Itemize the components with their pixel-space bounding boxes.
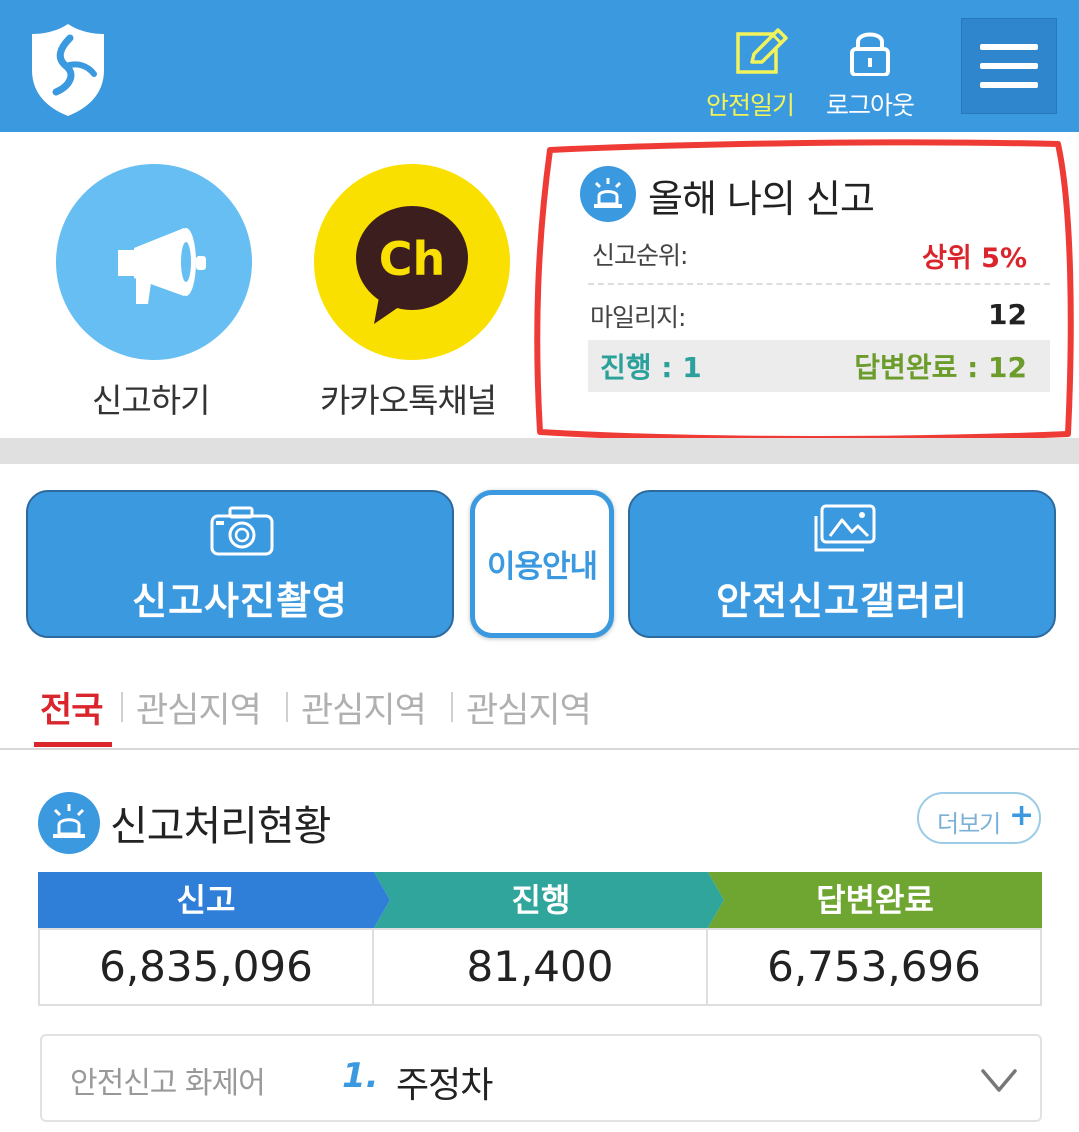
kakao-channel-label[interactable]: 카카오톡채널 xyxy=(320,374,497,422)
processing-status-title: 신고처리현황 xyxy=(110,802,331,850)
usage-guide-label: 이용안내 xyxy=(486,549,598,585)
report-label[interactable]: 신고하기 xyxy=(92,374,210,422)
report-rank-value: 상위 5% xyxy=(922,243,1027,274)
tab-separator xyxy=(451,692,453,722)
divider xyxy=(588,283,1050,285)
status-value-answered: 6,753,696 xyxy=(706,928,1042,1006)
hot-keyword-label: 안전신고 화제어 xyxy=(70,1066,266,1101)
my-in-progress[interactable]: 진행 : 1 xyxy=(600,346,702,386)
megaphone-icon xyxy=(118,228,206,304)
mileage-value: 12 xyxy=(988,298,1027,331)
hamburger-menu-icon[interactable] xyxy=(961,18,1057,114)
chevron-down-icon[interactable] xyxy=(980,1066,1018,1096)
tab-separator xyxy=(121,692,123,722)
camera-icon xyxy=(210,506,274,556)
menu-line xyxy=(980,82,1038,88)
safety-diary-label: 안전일기 xyxy=(705,91,795,120)
logout-label: 로그아웃 xyxy=(825,91,915,120)
kakao-chat-bubble-icon: Ch xyxy=(356,206,468,324)
siren-icon xyxy=(38,792,100,854)
siren-icon xyxy=(580,166,636,222)
section-divider xyxy=(0,438,1079,464)
safety-gallery-button[interactable]: 안전신고갤러리 xyxy=(628,490,1056,638)
tab-separator xyxy=(286,692,288,722)
shield-logo-icon[interactable] xyxy=(26,20,110,118)
more-button[interactable]: 더보기 + xyxy=(917,792,1041,844)
usage-guide-button[interactable]: 이용안내 xyxy=(470,490,614,638)
hot-keyword-rank: 1. xyxy=(342,1056,379,1096)
menu-line xyxy=(980,44,1038,50)
report-circle-button[interactable] xyxy=(56,164,252,360)
status-value-in-progress: 81,400 xyxy=(372,928,708,1006)
edit-icon xyxy=(736,28,788,74)
menu-line xyxy=(980,63,1038,69)
gallery-icon xyxy=(814,504,876,552)
my-answered[interactable]: 답변완료 : 12 xyxy=(854,346,1027,386)
plus-icon: + xyxy=(1009,798,1035,833)
processing-status-table: 신고 진행 답변완료 6,835,096 81,400 6,753,696 xyxy=(38,872,1042,1006)
report-photo-label: 신고사진촬영 xyxy=(132,579,348,623)
status-header-reported: 신고 xyxy=(176,881,236,919)
safety-diary-button[interactable]: 안전일기 xyxy=(700,28,800,122)
report-photo-button[interactable]: 신고사진촬영 xyxy=(26,490,454,638)
hot-keyword-text: 주정차 xyxy=(396,1065,493,1106)
logout-button[interactable]: 로그아웃 xyxy=(822,28,918,122)
lock-icon xyxy=(850,32,890,77)
hot-keyword-dropdown[interactable]: 안전신고 화제어 1. 주정차 xyxy=(40,1034,1042,1122)
my-report-title: 올해 나의 신고 xyxy=(648,177,875,221)
tab-interest-region-1[interactable]: 관심지역 xyxy=(136,682,262,733)
report-rank-label: 신고순위: xyxy=(592,241,688,270)
mileage-label: 마일리지: xyxy=(590,303,686,332)
kakao-logo-text: Ch xyxy=(379,232,446,286)
active-tab-indicator xyxy=(34,742,112,747)
tab-interest-region-2[interactable]: 관심지역 xyxy=(301,682,427,733)
safety-gallery-label: 안전신고갤러리 xyxy=(716,579,968,623)
kakao-channel-button[interactable]: Ch xyxy=(314,164,510,360)
status-header-in-progress: 진행 xyxy=(511,881,571,919)
app-header: 안전일기 로그아웃 xyxy=(0,0,1079,132)
tabs-divider xyxy=(0,748,1079,750)
tab-interest-region-3[interactable]: 관심지역 xyxy=(466,682,592,733)
more-label: 더보기 xyxy=(937,810,1001,838)
status-header-answered: 답변완료 xyxy=(816,881,934,919)
status-value-reported: 6,835,096 xyxy=(38,928,374,1006)
tab-nationwide[interactable]: 전국 xyxy=(40,682,103,733)
